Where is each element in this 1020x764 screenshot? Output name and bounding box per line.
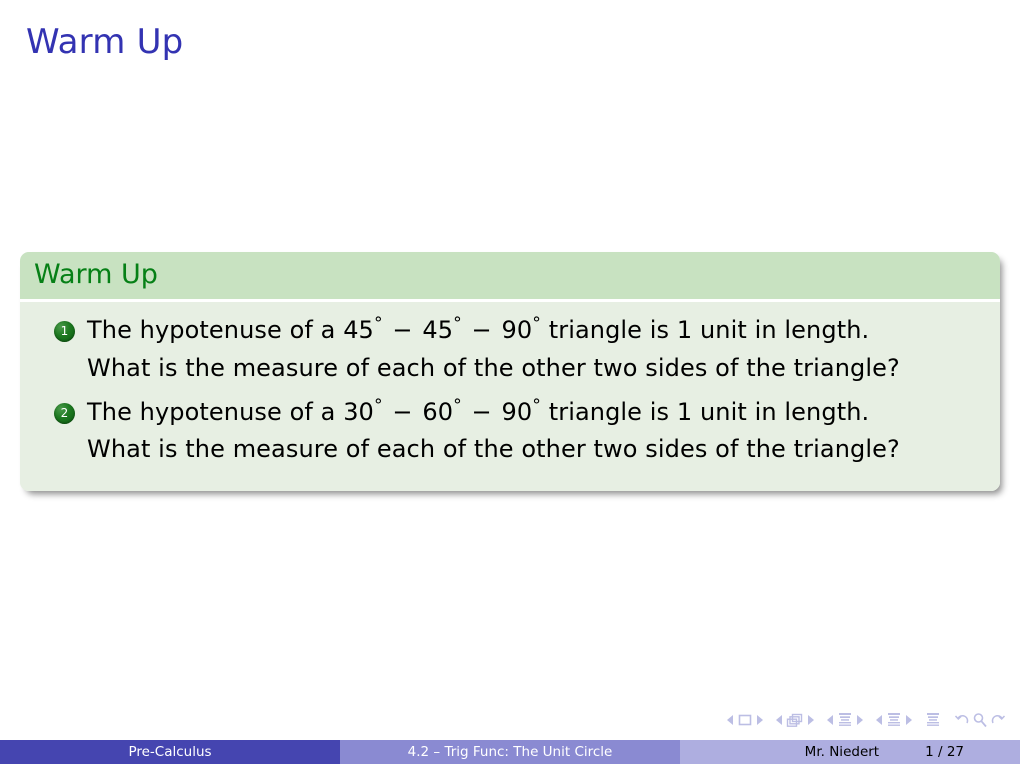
footer-section-title: 4.2 – Trig Func: The Unit Circle <box>340 740 680 764</box>
minus-sign: − <box>463 397 500 426</box>
footer-presenter: Mr. Niedert <box>804 744 880 760</box>
degree-symbol: ° <box>373 395 383 416</box>
next-subsection-icon[interactable] <box>857 715 863 725</box>
search-icon[interactable] <box>972 712 988 728</box>
text-fragment: 45 <box>422 315 454 344</box>
degree-symbol: ° <box>453 313 462 334</box>
text-fragment: 60 <box>422 397 454 426</box>
document-icon[interactable] <box>925 712 941 728</box>
list-item: 2 The hypotenuse of a 30° − 60° − 90° tr… <box>20 394 1000 470</box>
list-item-line: What is the measure of each of the other… <box>87 435 900 464</box>
frame-navigation-group[interactable] <box>776 713 814 728</box>
next-slide-icon[interactable] <box>757 715 763 725</box>
enumerate-marker-1: 1 <box>54 320 75 342</box>
frame-icon[interactable] <box>786 713 804 728</box>
forward-icon[interactable] <box>990 712 1006 728</box>
warm-up-block: Warm Up 1 The hypotenuse of a 45° − 45° … <box>20 252 1000 492</box>
previous-subsection-icon[interactable] <box>827 715 833 725</box>
previous-frame-icon[interactable] <box>776 715 782 725</box>
degree-symbol: ° <box>532 313 541 334</box>
degree-symbol: ° <box>532 395 541 416</box>
section-icon[interactable] <box>886 712 902 728</box>
block-body: 1 The hypotenuse of a 45° − 45° − 90° tr… <box>20 298 1000 492</box>
minus-sign: − <box>384 397 421 426</box>
slide-icon[interactable] <box>737 713 753 727</box>
previous-slide-icon[interactable] <box>727 715 733 725</box>
list-item-line: What is the measure of each of the other… <box>87 353 900 382</box>
beamer-navigation-symbols[interactable] <box>727 712 1006 728</box>
minus-sign: − <box>384 315 421 344</box>
slide-navigation-group[interactable] <box>727 713 763 727</box>
list-item-line: The hypotenuse of a 45° − 45° − 90° tria… <box>87 312 900 350</box>
previous-section-icon[interactable] <box>876 715 882 725</box>
list-item-text: The hypotenuse of a 30° − 60° − 90° tria… <box>87 394 900 470</box>
text-fragment: triangle is 1 unit in length. <box>540 315 870 344</box>
text-fragment: 90 <box>501 397 533 426</box>
list-item-text: The hypotenuse of a 45° − 45° − 90° tria… <box>87 312 900 388</box>
subsection-navigation-group[interactable] <box>827 712 863 728</box>
footer-right: Mr. Niedert 1 / 27 <box>680 740 1020 764</box>
enumerate-marker-2: 2 <box>54 402 75 424</box>
list-item-line: The hypotenuse of a 30° − 60° − 90° tria… <box>87 394 900 432</box>
text-fragment: The hypotenuse of a 30 <box>87 397 374 426</box>
block-title: Warm Up <box>20 252 1000 299</box>
next-frame-icon[interactable] <box>808 715 814 725</box>
section-navigation-group[interactable] <box>876 712 912 728</box>
next-section-icon[interactable] <box>906 715 912 725</box>
footer-page-number: 1 / 27 <box>925 744 964 760</box>
degree-symbol: ° <box>453 395 462 416</box>
degree-symbol: ° <box>373 313 383 334</box>
footer-author: Pre-Calculus <box>0 740 340 764</box>
document-group[interactable] <box>925 712 941 728</box>
minus-sign: − <box>463 315 500 344</box>
history-group[interactable] <box>954 712 1006 728</box>
block-inner: Warm Up 1 The hypotenuse of a 45° − 45° … <box>20 252 1000 492</box>
text-fragment: The hypotenuse of a 45 <box>87 315 374 344</box>
subsection-icon[interactable] <box>837 712 853 728</box>
list-item: 1 The hypotenuse of a 45° − 45° − 90° tr… <box>20 312 1000 388</box>
text-fragment: triangle is 1 unit in length. <box>540 397 870 426</box>
back-icon[interactable] <box>954 712 970 728</box>
page-title: Warm Up <box>26 22 184 62</box>
text-fragment: 90 <box>501 315 533 344</box>
footer-bar: Pre-Calculus 4.2 – Trig Func: The Unit C… <box>0 740 1020 764</box>
